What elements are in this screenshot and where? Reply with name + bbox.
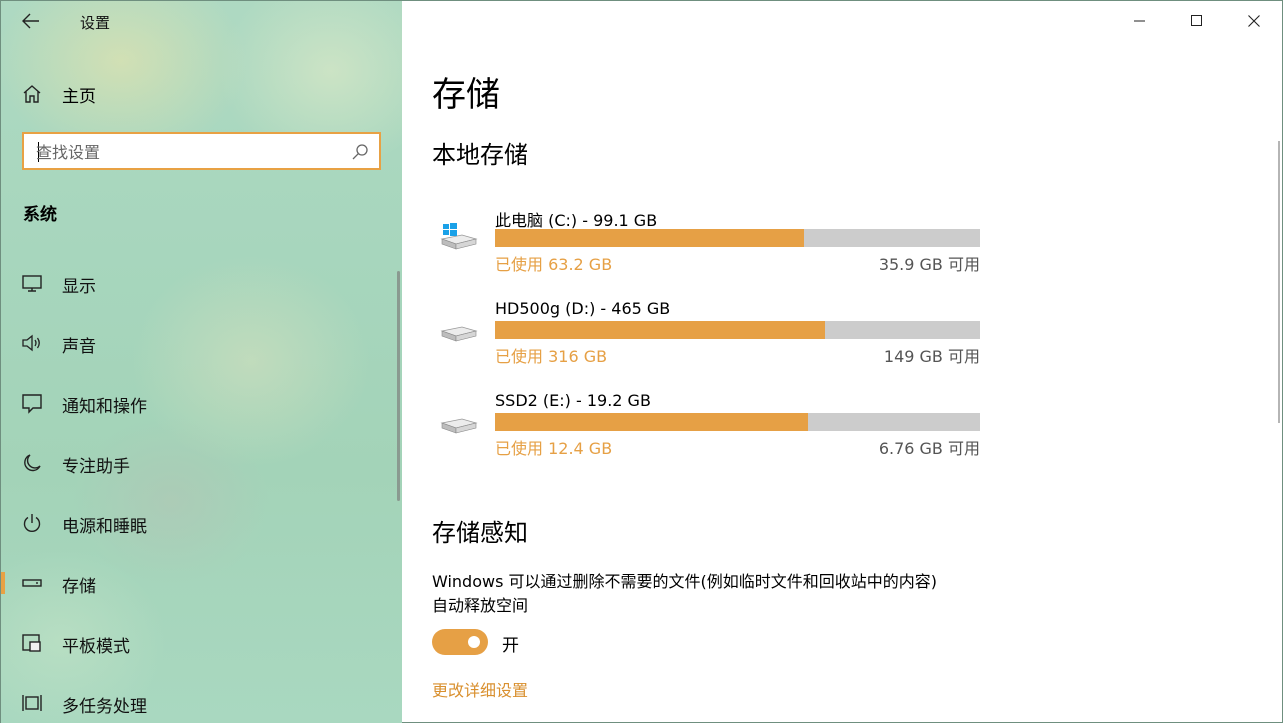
title-bar-left: 设置	[1, 1, 402, 41]
sidebar-section-header: 系统	[23, 205, 57, 225]
sidebar-item-label: 专注助手	[62, 457, 130, 477]
main-content: 存储 本地存储 此电脑 (C:) - 99.1 GB 已使用 63.2 GB 3…	[402, 1, 1282, 722]
drive-usage-bar	[495, 321, 980, 339]
sidebar-item-label: 电源和睡眠	[62, 517, 147, 537]
drive-icon	[440, 326, 478, 342]
drive-usage-fill	[495, 413, 809, 431]
notification-icon	[22, 394, 42, 414]
sidebar-item-storage[interactable]: 存储	[1, 560, 397, 606]
maximize-icon	[1190, 15, 1202, 26]
sidebar: 设置 主页 系统 显示	[1, 1, 402, 723]
back-button[interactable]	[15, 7, 47, 35]
sidebar-item-tablet-mode[interactable]: 平板模式	[1, 620, 397, 666]
sidebar-item-sound[interactable]: 声音	[1, 320, 397, 366]
drive-e[interactable]: SSD2 (E:) - 19.2 GB 已使用 12.4 GB 6.76 GB …	[432, 391, 992, 463]
app-title: 设置	[80, 14, 111, 32]
drive-icon	[440, 418, 478, 434]
drive-free: 149 GB 可用	[883, 347, 980, 366]
drive-used: 已使用 316 GB	[495, 347, 608, 366]
minimize-icon	[1133, 20, 1145, 22]
storage-sense-header: 存储感知	[432, 519, 528, 547]
close-icon	[1247, 15, 1260, 27]
sidebar-item-multitasking[interactable]: 多任务处理	[1, 680, 397, 723]
drive-name: HD500g (D:) - 465 GB	[495, 299, 671, 318]
search-box[interactable]	[22, 132, 381, 170]
drive-name: SSD2 (E:) - 19.2 GB	[495, 391, 651, 410]
minimize-button[interactable]	[1111, 1, 1168, 41]
speaker-icon	[22, 334, 40, 352]
page-title: 存储	[432, 75, 500, 115]
back-arrow-icon	[22, 13, 39, 29]
power-icon	[23, 514, 41, 532]
sidebar-item-label: 主页	[62, 87, 96, 107]
monitor-icon	[22, 275, 42, 292]
windows-drive-icon	[440, 223, 478, 250]
storage-icon	[22, 579, 42, 587]
main-scrollbar[interactable]	[1278, 141, 1280, 423]
drive-usage-bar	[495, 229, 980, 247]
maximize-button[interactable]	[1168, 1, 1225, 41]
drive-d[interactable]: HD500g (D:) - 465 GB 已使用 316 GB 149 GB 可…	[432, 299, 992, 371]
multitask-icon	[22, 695, 42, 711]
window-controls	[1111, 1, 1282, 41]
change-settings-link[interactable]: 更改详细设置	[432, 677, 528, 701]
storage-sense-description-line: Windows 可以通过删除不需要的文件(例如临时文件和回收站中的内容)	[432, 572, 937, 591]
sidebar-item-label: 多任务处理	[62, 697, 147, 717]
sidebar-item-display[interactable]: 显示	[1, 260, 397, 306]
storage-sense-description: Windows 可以通过删除不需要的文件(例如临时文件和回收站中的内容) 自动释…	[432, 570, 1032, 618]
moon-icon	[24, 454, 41, 472]
storage-sense-toggle[interactable]	[432, 629, 488, 655]
home-icon	[23, 85, 41, 103]
drive-c[interactable]: 此电脑 (C:) - 99.1 GB 已使用 63.2 GB 35.9 GB 可…	[432, 207, 992, 279]
drive-name: 此电脑 (C:) - 99.1 GB	[495, 211, 658, 230]
toggle-knob	[468, 636, 480, 648]
sidebar-item-label: 声音	[62, 337, 96, 357]
tablet-icon	[22, 634, 41, 652]
sidebar-item-notifications[interactable]: 通知和操作	[1, 380, 397, 426]
search-input[interactable]	[36, 140, 336, 164]
sidebar-item-label: 通知和操作	[62, 397, 147, 417]
close-button[interactable]	[1225, 1, 1282, 41]
sidebar-item-focus-assist[interactable]: 专注助手	[1, 440, 397, 486]
sidebar-item-home[interactable]: 主页	[1, 73, 397, 113]
drive-used: 已使用 63.2 GB	[495, 255, 613, 274]
search-icon[interactable]	[351, 143, 369, 161]
sidebar-item-label: 显示	[62, 277, 96, 297]
storage-sense-description-line: 自动释放空间	[432, 596, 529, 615]
drive-usage-bar	[495, 413, 980, 431]
drive-used: 已使用 12.4 GB	[495, 439, 613, 458]
sidebar-item-label: 平板模式	[62, 637, 130, 657]
drive-usage-fill	[495, 321, 825, 339]
local-storage-header: 本地存储	[432, 141, 528, 169]
drive-free: 35.9 GB 可用	[878, 255, 980, 274]
drive-usage-fill	[495, 229, 805, 247]
toggle-state-label: 开	[502, 636, 519, 656]
drive-free: 6.76 GB 可用	[878, 439, 980, 458]
sidebar-item-label: 存储	[62, 577, 96, 597]
sidebar-scrollbar[interactable]	[397, 271, 400, 501]
settings-window: 设置 主页 系统 显示	[0, 0, 1283, 723]
sidebar-item-power[interactable]: 电源和睡眠	[1, 500, 397, 546]
